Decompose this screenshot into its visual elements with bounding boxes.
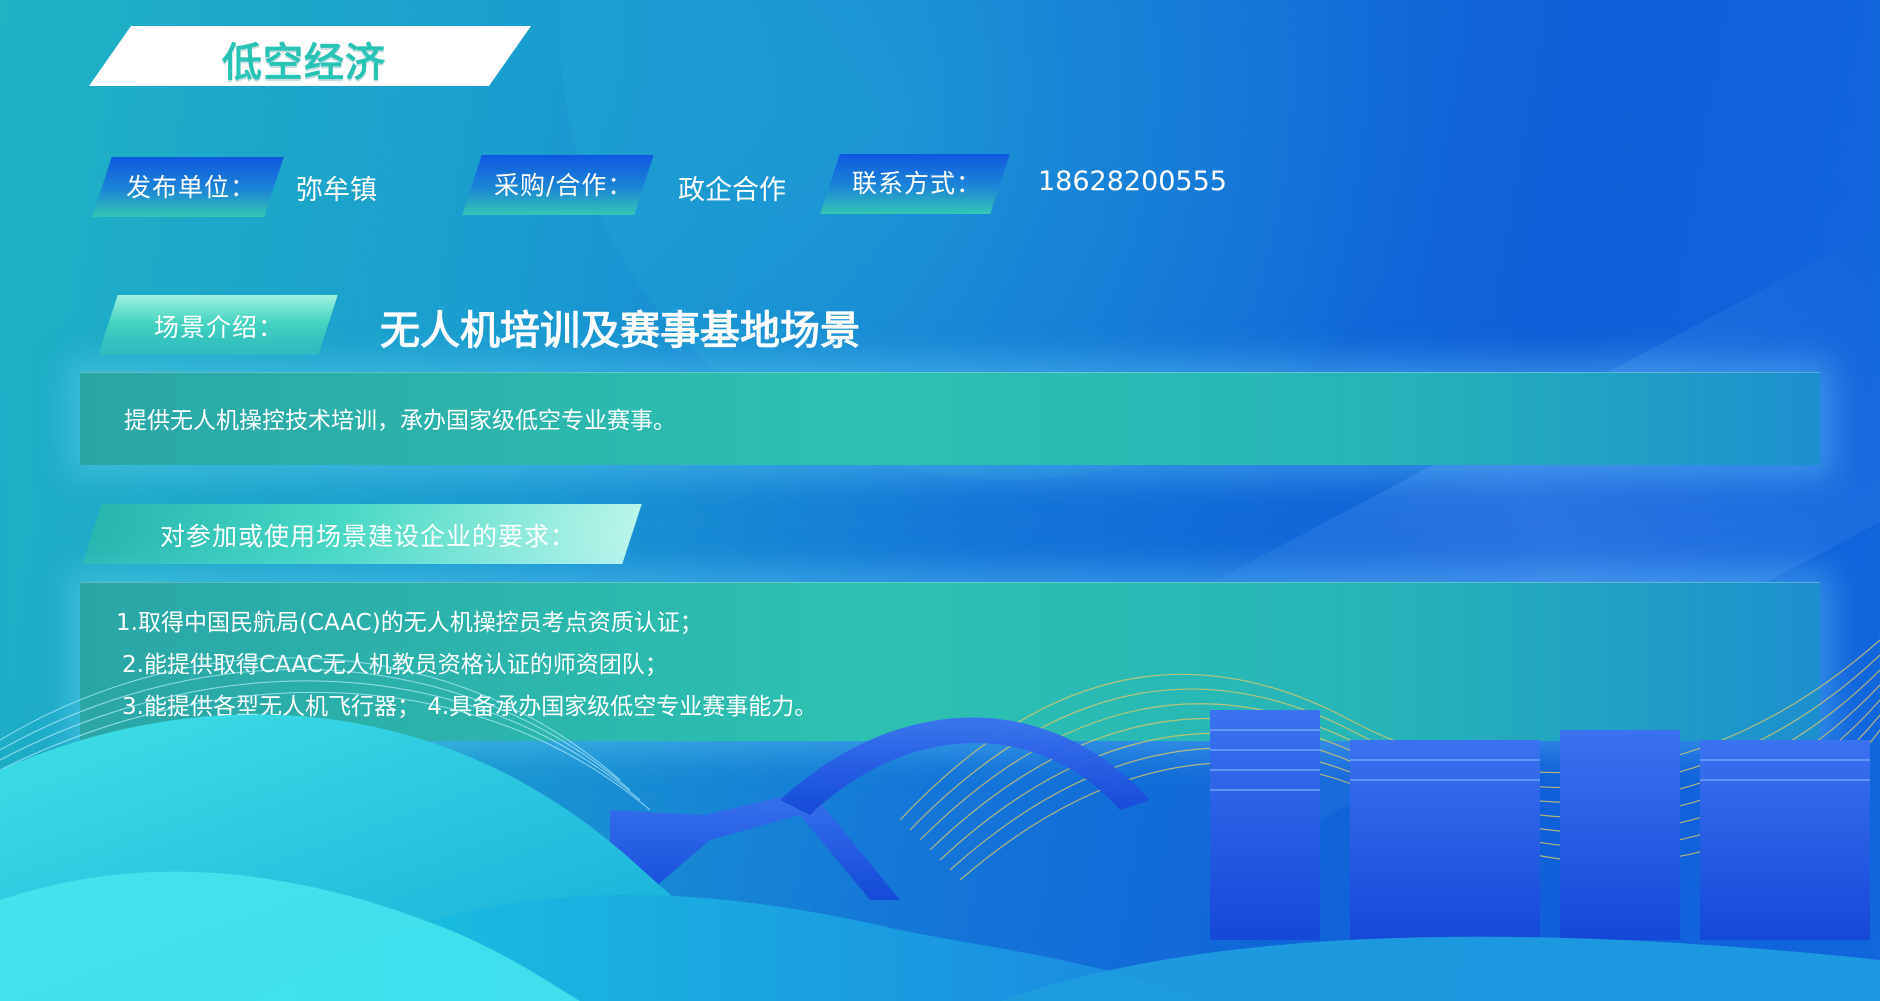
requirements-label: 对参加或使用场景建设企业的要求： <box>160 522 577 551</box>
purchase-value: 政企合作 <box>678 175 786 206</box>
publisher-value: 弥牟镇 <box>296 175 377 206</box>
scene-label: 场景介绍： <box>154 313 285 342</box>
scene-description-box: 提供无人机操控技术培训，承办国家级低空专业赛事。 <box>80 372 1820 465</box>
contact-label: 联系方式： <box>852 169 983 198</box>
skyline-illustration <box>0 639 1880 1001</box>
buildings-illustration <box>1210 710 1870 940</box>
page-title: 低空经济 <box>222 40 386 86</box>
contact-value: 18628200555 <box>1038 166 1227 197</box>
bridge-illustration <box>610 717 1150 900</box>
purchase-label: 采购/合作： <box>494 171 634 200</box>
scene-title: 无人机培训及赛事基地场景 <box>380 308 860 354</box>
publisher-label: 发布单位： <box>126 173 257 202</box>
hill-right <box>1000 936 1880 1001</box>
scene-description: 提供无人机操控技术培训，承办国家级低空专业赛事。 <box>124 408 676 434</box>
